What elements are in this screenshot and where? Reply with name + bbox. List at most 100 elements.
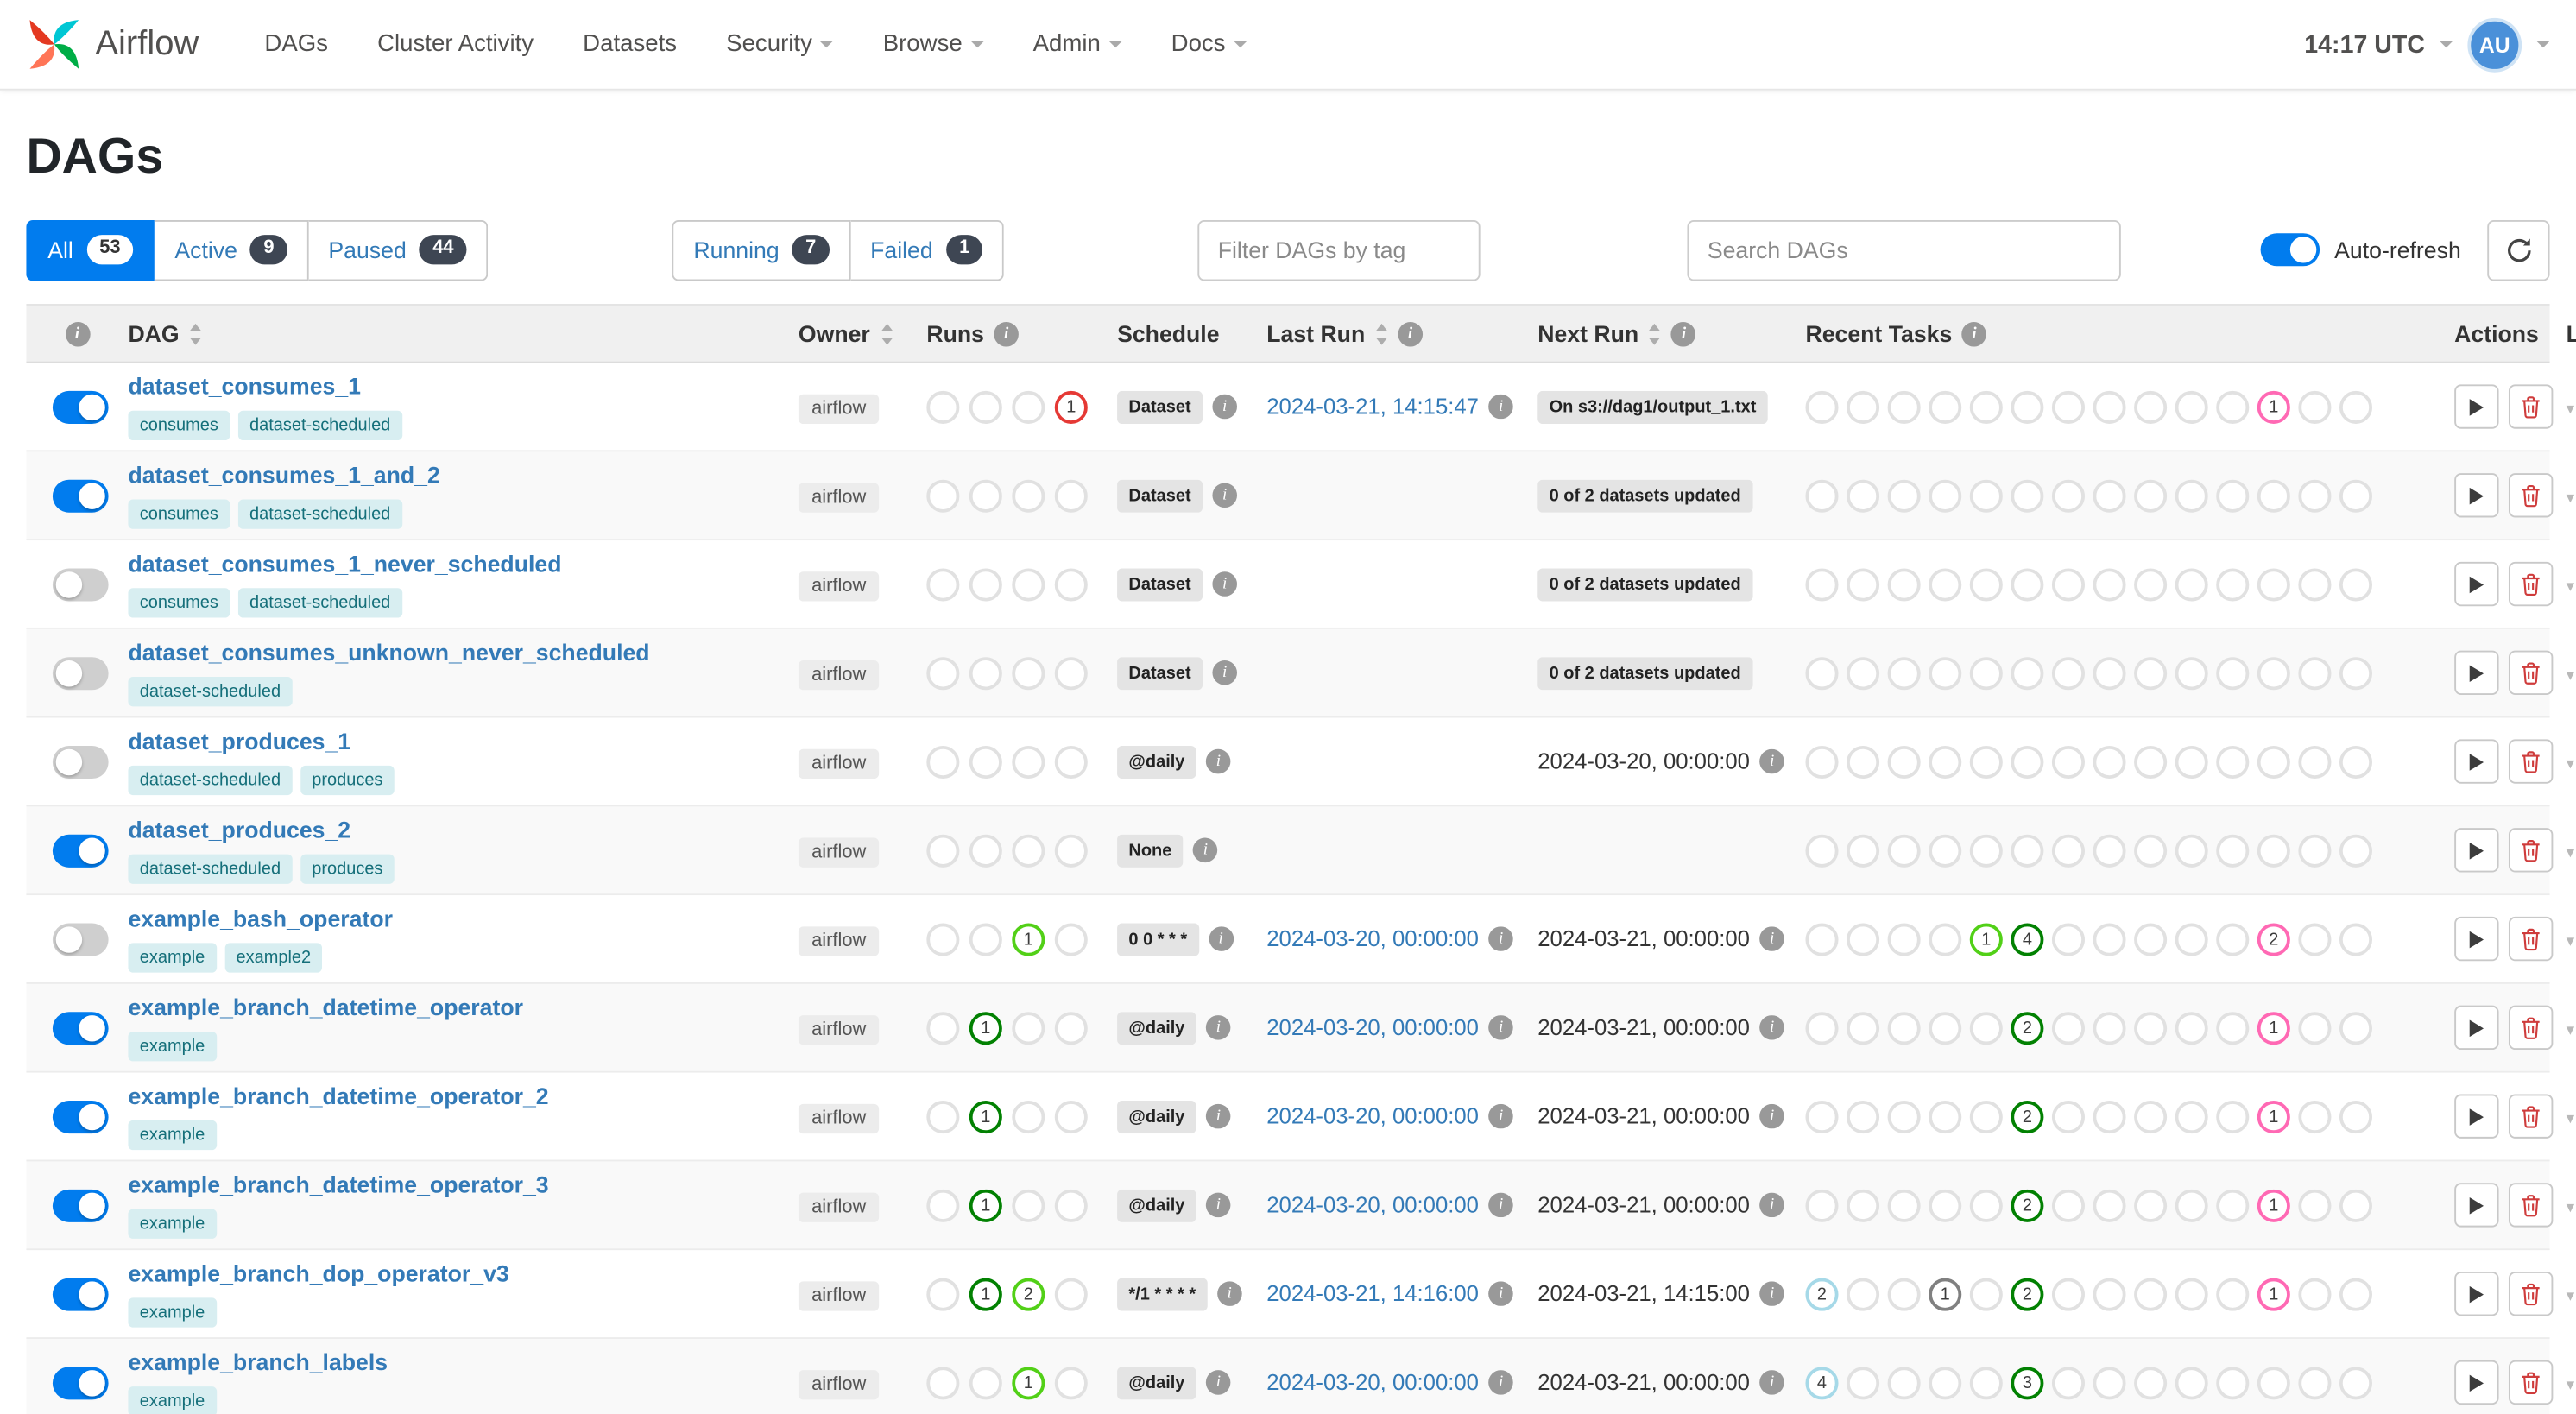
- last-run-link[interactable]: 2024-03-20, 00:00:00: [1266, 926, 1479, 951]
- links-dropdown-icon[interactable]: ▾: [2553, 1021, 2575, 1039]
- recent-task-circle-running[interactable]: [1969, 1100, 2003, 1133]
- schedule-badge[interactable]: Dataset: [1117, 478, 1203, 512]
- schedule-badge[interactable]: */1 * * * *: [1117, 1277, 1208, 1310]
- recent-task-circle-skipped[interactable]: [2257, 1366, 2290, 1399]
- run-status-circle-failed[interactable]: [1054, 1366, 1088, 1399]
- recent-task-circle-scheduled[interactable]: [1887, 478, 1921, 512]
- recent-task-circle-queued[interactable]: [1929, 389, 1962, 424]
- recent-task-circle-queued[interactable]: [1929, 1011, 1962, 1045]
- recent-task-circle-running[interactable]: [1969, 1188, 2003, 1221]
- recent-task-circle-up_for_reschedule[interactable]: [2216, 1011, 2250, 1045]
- run-status-circle-queued[interactable]: [926, 389, 960, 424]
- delete-dag-button[interactable]: [2508, 1360, 2554, 1405]
- recent-task-circle-deferred[interactable]: [2339, 922, 2373, 956]
- recent-task-circle-upstream_failed[interactable]: [2298, 656, 2332, 690]
- trigger-dag-button[interactable]: [2454, 828, 2499, 873]
- recent-task-circle-up_for_retry[interactable]: [2175, 833, 2208, 867]
- run-status-circle-running[interactable]: [1012, 389, 1045, 424]
- filter-paused[interactable]: Paused 44: [308, 219, 489, 281]
- recent-task-circle-restarting[interactable]: [2093, 745, 2126, 779]
- recent-task-circle-shutdown[interactable]: [2051, 1011, 2085, 1045]
- dag-tag[interactable]: produces: [300, 854, 395, 884]
- owner-badge[interactable]: airflow: [798, 571, 880, 601]
- recent-task-circle-failed[interactable]: [2134, 1011, 2168, 1045]
- delete-dag-button[interactable]: [2508, 828, 2554, 873]
- recent-task-circle-scheduled[interactable]: [1887, 656, 1921, 690]
- run-status-circle-queued[interactable]: [926, 478, 960, 512]
- run-status-circle-success[interactable]: [969, 922, 1002, 956]
- recent-task-circle-scheduled[interactable]: [1887, 1100, 1921, 1133]
- info-icon[interactable]: i: [1206, 1103, 1231, 1129]
- run-status-circle-failed[interactable]: [1054, 1011, 1088, 1045]
- recent-task-circle-up_for_retry[interactable]: [2175, 922, 2208, 956]
- recent-task-circle-up_for_reschedule[interactable]: [2216, 478, 2250, 512]
- schedule-badge[interactable]: @daily: [1117, 745, 1196, 779]
- recent-task-circle-running[interactable]: 1: [1969, 922, 2003, 956]
- dag-tag[interactable]: example: [128, 1032, 217, 1062]
- recent-task-circle-failed[interactable]: [2134, 1366, 2168, 1399]
- run-status-circle-success[interactable]: [969, 833, 1002, 867]
- info-icon[interactable]: i: [1488, 1370, 1513, 1395]
- recent-task-circle-skipped[interactable]: 2: [2257, 922, 2290, 956]
- recent-task-circle-shutdown[interactable]: [2051, 833, 2085, 867]
- recent-task-circle-removed[interactable]: [1847, 833, 1880, 867]
- avatar[interactable]: AU: [2467, 16, 2522, 72]
- tag-filter-input[interactable]: [1197, 219, 1481, 281]
- recent-task-circle-success[interactable]: [2011, 478, 2044, 512]
- recent-task-circle-removed[interactable]: [1847, 1011, 1880, 1045]
- recent-task-circle-running[interactable]: [1969, 656, 2003, 690]
- info-icon[interactable]: i: [1488, 1015, 1513, 1040]
- recent-task-circle-none[interactable]: [1805, 478, 1839, 512]
- recent-task-circle-up_for_retry[interactable]: [2175, 389, 2208, 424]
- recent-task-circle-scheduled[interactable]: [1887, 745, 1921, 779]
- delete-dag-button[interactable]: [2508, 1271, 2554, 1316]
- links-dropdown-icon[interactable]: ▾: [2553, 489, 2575, 507]
- recent-task-circle-restarting[interactable]: [2093, 1277, 2126, 1310]
- recent-task-circle-failed[interactable]: [2134, 1100, 2168, 1133]
- info-icon[interactable]: i: [1206, 748, 1231, 774]
- nav-item-admin[interactable]: Admin: [1033, 31, 1122, 58]
- links-dropdown-icon[interactable]: ▾: [2553, 1110, 2575, 1128]
- recent-task-circle-queued[interactable]: [1929, 833, 1962, 867]
- dag-tag[interactable]: example: [128, 1209, 217, 1239]
- recent-task-circle-shutdown[interactable]: [2051, 478, 2085, 512]
- sort-icon[interactable]: [1375, 322, 1388, 344]
- nav-item-security[interactable]: Security: [726, 31, 834, 58]
- delete-dag-button[interactable]: [2508, 739, 2554, 784]
- run-status-circle-success[interactable]: 1: [969, 1100, 1002, 1133]
- filter-active[interactable]: Active 9: [155, 219, 309, 281]
- info-icon[interactable]: i: [1212, 483, 1237, 508]
- dag-tag[interactable]: consumes: [128, 588, 230, 618]
- recent-task-circle-up_for_reschedule[interactable]: [2216, 389, 2250, 424]
- recent-task-circle-restarting[interactable]: [2093, 922, 2126, 956]
- recent-task-circle-running[interactable]: [1969, 833, 2003, 867]
- dag-pause-toggle[interactable]: [52, 1366, 109, 1399]
- info-icon[interactable]: i: [1206, 1192, 1231, 1218]
- sort-icon[interactable]: [880, 322, 893, 344]
- run-status-circle-queued[interactable]: [926, 1011, 960, 1045]
- links-dropdown-icon[interactable]: ▾: [2553, 754, 2575, 773]
- col-header-dag[interactable]: DAG: [128, 320, 179, 346]
- links-dropdown-icon[interactable]: ▾: [2553, 1376, 2575, 1394]
- nav-item-dags[interactable]: DAGs: [264, 31, 328, 57]
- recent-task-circle-failed[interactable]: [2134, 833, 2168, 867]
- run-status-circle-running[interactable]: [1012, 833, 1045, 867]
- dag-pause-toggle[interactable]: [52, 656, 109, 690]
- last-run-link[interactable]: 2024-03-20, 00:00:00: [1266, 1104, 1479, 1129]
- recent-task-circle-up_for_reschedule[interactable]: [2216, 1188, 2250, 1221]
- links-dropdown-icon[interactable]: ▾: [2553, 1287, 2575, 1305]
- dag-pause-toggle[interactable]: [52, 1188, 109, 1221]
- recent-task-circle-removed[interactable]: [1847, 1188, 1880, 1221]
- info-icon[interactable]: i: [1759, 748, 1784, 774]
- run-status-circle-running[interactable]: [1012, 745, 1045, 779]
- col-header-owner[interactable]: Owner: [799, 320, 870, 346]
- schedule-badge[interactable]: None: [1117, 833, 1184, 867]
- col-header-next-run[interactable]: Next Run: [1537, 320, 1638, 346]
- schedule-badge[interactable]: 0 0 * * *: [1117, 922, 1199, 956]
- recent-task-circle-skipped[interactable]: 1: [2257, 389, 2290, 424]
- recent-task-circle-shutdown[interactable]: [2051, 1100, 2085, 1133]
- dag-tag[interactable]: dataset-scheduled: [237, 499, 402, 529]
- recent-task-circle-shutdown[interactable]: [2051, 389, 2085, 424]
- run-status-circle-failed[interactable]: 1: [1054, 389, 1088, 424]
- recent-task-circle-shutdown[interactable]: [2051, 745, 2085, 779]
